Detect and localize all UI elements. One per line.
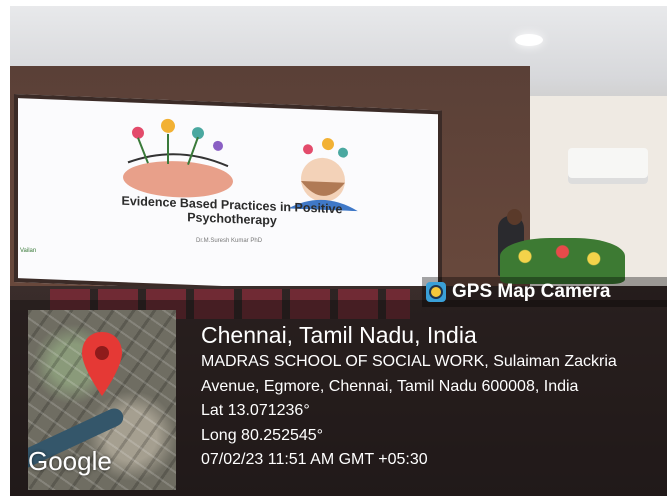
projector-screen [14,94,442,299]
map-thumbnail: Google [28,310,176,490]
datetime: 07/02/23 11:51 AM GMT +05:30 [201,451,428,468]
google-attribution: Google [28,446,112,476]
location-title: Chennai, Tamil Nadu, India [201,322,477,348]
longitude: Long 80.252545° [201,426,324,444]
speaker-head [507,209,522,225]
app-name: GPS Map Camera [452,281,611,302]
air-conditioner [568,148,648,184]
gps-camera-badge: GPS Map Camera [422,277,667,307]
gps-camera-app-icon [426,282,446,302]
address-line-1: MADRAS SCHOOL OF SOCIAL WORK, Sulaiman Z… [201,353,617,370]
address-line-2: Avenue, Egmore, Chennai, Tamil Nadu 6000… [201,377,579,395]
location-pin-icon [82,332,122,396]
latitude: Lat 13.071236° [201,402,310,419]
location-info: Chennai, Tamil Nadu, India MADRAS SCHOOL… [201,320,661,473]
slide-author: Dr.M.Suresh Kumar PhD [196,238,263,244]
slide-logo: Vailan [20,248,37,254]
ceiling-light [515,34,543,46]
